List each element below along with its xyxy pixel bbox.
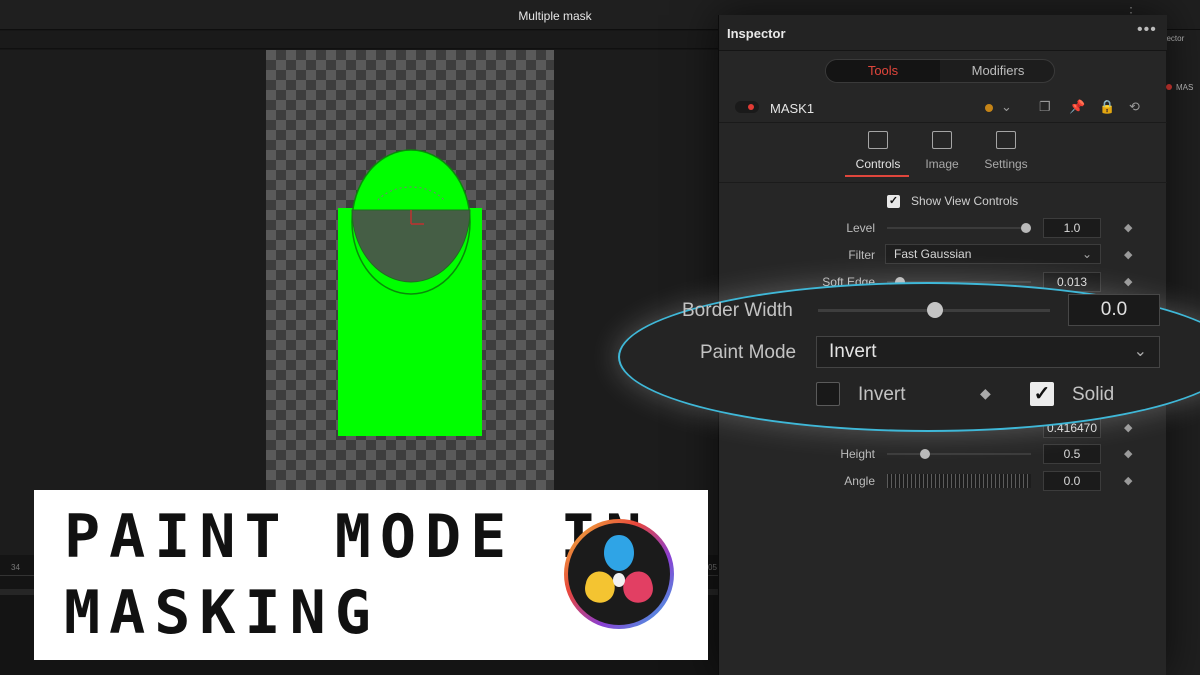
timeline-tick: 05 xyxy=(708,563,717,572)
tab-modifiers[interactable]: Modifiers xyxy=(941,60,1054,82)
node-enable-toggle[interactable] xyxy=(735,101,759,113)
border-width-slider-knob[interactable] xyxy=(927,302,943,318)
show-view-controls-row: ✓ Show View Controls xyxy=(719,191,1167,213)
viewer-toolbar xyxy=(0,31,718,49)
show-view-controls-checkbox[interactable]: ✓ xyxy=(887,195,900,208)
subtab-controls[interactable]: Controls xyxy=(843,127,913,171)
davinci-resolve-logo-icon xyxy=(564,519,674,629)
zoomed-callout: Border Width 0.0 Paint Mode Invert ⌄ Inv… xyxy=(618,282,1200,432)
angle-value[interactable]: 0.0 xyxy=(1043,471,1101,491)
pin-icon[interactable]: 📌 xyxy=(1069,99,1085,115)
subtab-image-label: Image xyxy=(925,157,959,171)
paint-mode-label: Paint Mode xyxy=(700,342,797,363)
subtab-controls-label: Controls xyxy=(855,157,901,171)
versions-icon[interactable]: ❐ xyxy=(1039,99,1051,115)
keyframe-icon[interactable]: ◆ xyxy=(1124,447,1132,460)
image-icon xyxy=(932,131,952,149)
filter-row: Filter Fast Gaussian ⌄ ◆ xyxy=(719,244,1167,266)
inspector-title: Inspector xyxy=(727,26,786,41)
title-line-2: MASKING xyxy=(64,578,380,648)
border-width-label: Border Width xyxy=(682,300,793,321)
paint-mode-value: Invert xyxy=(829,341,877,362)
active-tab-indicator xyxy=(845,175,909,177)
filter-value: Fast Gaussian xyxy=(894,247,972,261)
node-color-swatch[interactable] xyxy=(985,104,993,112)
paint-mode-dropdown[interactable]: Invert ⌄ xyxy=(816,336,1160,368)
chevron-down-icon: ⌄ xyxy=(1133,343,1147,360)
level-slider-knob[interactable] xyxy=(1021,223,1031,233)
inspector-subtabs: Controls Image Settings xyxy=(719,127,1167,183)
secondary-node-name: MAS xyxy=(1176,83,1194,92)
more-options-icon[interactable]: ••• xyxy=(1137,21,1157,39)
inspector-tabs: Tools Modifiers xyxy=(825,59,1055,83)
keyframe-icon[interactable]: ◆ xyxy=(980,385,991,402)
subtab-settings-label: Settings xyxy=(984,157,1028,171)
tab-tools[interactable]: Tools xyxy=(826,60,940,82)
keyframe-icon[interactable]: ◆ xyxy=(1124,221,1132,234)
controls-icon xyxy=(868,131,888,149)
height-value[interactable]: 0.5 xyxy=(1043,444,1101,464)
level-slider[interactable] xyxy=(887,227,1031,229)
node-header: MASK1 ⌄ ❐ 📌 🔒 ⟲ xyxy=(719,93,1167,123)
angle-label: Angle xyxy=(844,474,875,488)
subtab-settings[interactable]: Settings xyxy=(971,127,1041,171)
chevron-down-icon: ⌄ xyxy=(1081,247,1092,261)
reset-icon[interactable]: ⟲ xyxy=(1129,99,1140,115)
title-card: PAINT MODE IN MASKING xyxy=(34,490,708,660)
node-status-icon xyxy=(1166,84,1172,90)
node-enabled-dot xyxy=(748,104,754,110)
height-slider-knob[interactable] xyxy=(920,449,930,459)
show-view-controls-label: Show View Controls xyxy=(911,194,1019,208)
level-label: Level xyxy=(846,221,875,235)
invert-checkbox[interactable] xyxy=(816,382,840,406)
invert-label: Invert xyxy=(858,384,906,405)
solid-label: Solid xyxy=(1072,384,1115,405)
timeline-tick: 34 xyxy=(11,563,20,572)
keyframe-icon[interactable]: ◆ xyxy=(1124,474,1132,487)
height-slider[interactable] xyxy=(887,453,1031,455)
filter-label: Filter xyxy=(848,248,875,262)
level-value[interactable]: 1.0 xyxy=(1043,218,1101,238)
solid-checkbox[interactable]: ✓ xyxy=(1030,382,1054,406)
border-width-value[interactable]: 0.0 xyxy=(1068,294,1160,326)
height-label: Height xyxy=(840,447,875,461)
filter-dropdown[interactable]: Fast Gaussian ⌄ xyxy=(885,244,1101,264)
level-row: Level 1.0 ◆ xyxy=(719,217,1167,239)
angle-row: Angle 0.0 ◆ xyxy=(719,470,1167,492)
inspector-header: Inspector ••• xyxy=(719,15,1167,51)
node-name: MASK1 xyxy=(770,101,815,116)
settings-icon xyxy=(996,131,1016,149)
chevron-down-icon[interactable]: ⌄ xyxy=(1001,99,1012,115)
angle-thumbwheel[interactable] xyxy=(887,474,1031,488)
lock-icon[interactable]: 🔒 xyxy=(1099,99,1115,115)
height-row: Height 0.5 ◆ xyxy=(719,443,1167,465)
subtab-image[interactable]: Image xyxy=(907,127,977,171)
keyframe-icon[interactable]: ◆ xyxy=(1124,248,1132,261)
